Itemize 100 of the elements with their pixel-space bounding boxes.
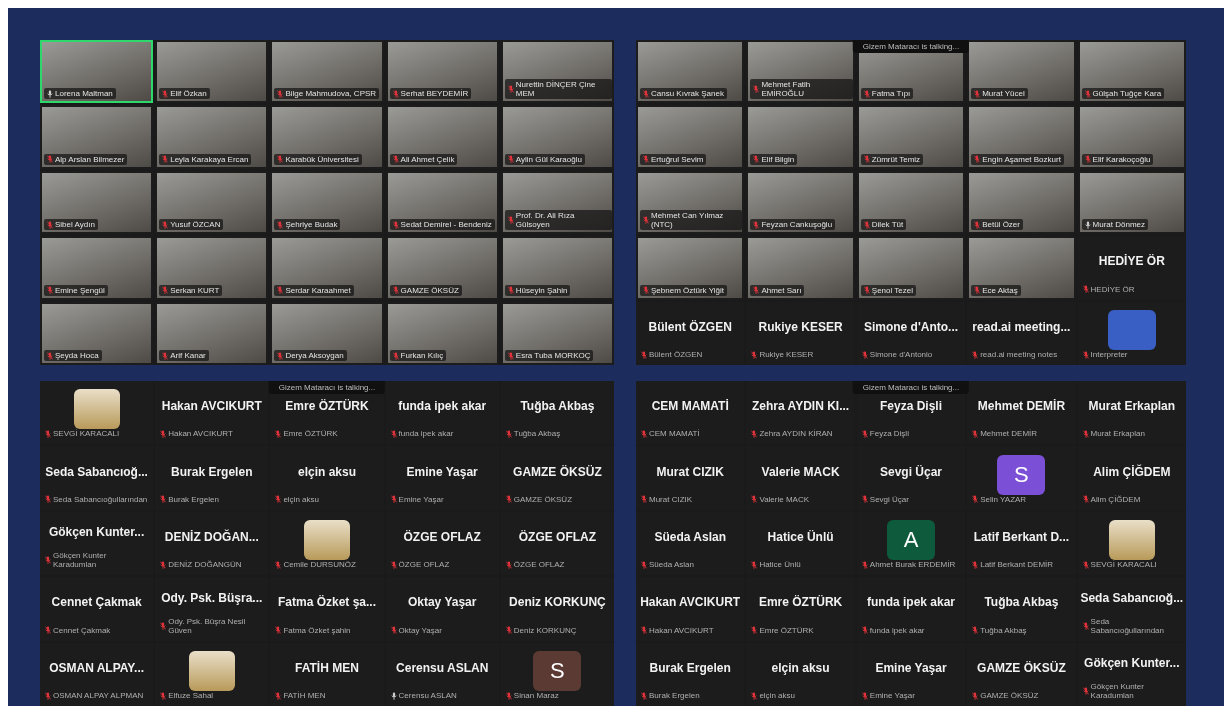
participant-tile[interactable]: Elif Karakoçoğlu <box>1077 105 1186 169</box>
participant-name: Seda Sabancıoğullarından <box>1090 616 1165 635</box>
participant-name: SEVGİ KARACALI <box>1090 560 1157 570</box>
participant-tile[interactable]: Şenol Tezel <box>856 236 966 300</box>
participant-name: Hatice Ünlü <box>759 560 801 570</box>
participant-tile[interactable]: Karabük Üniversitesi <box>270 105 384 169</box>
participant-tile[interactable]: Sibel Aydın <box>40 170 154 235</box>
display-name: DENİZ DOĞAN... <box>164 530 259 544</box>
participant-tile[interactable]: Serdar Karaahmet <box>270 236 384 300</box>
participant-name: Bülent ÖZGEN <box>649 350 703 359</box>
participant-tile[interactable]: Aylin Gül Karaoğlu <box>500 105 614 169</box>
participant-name: Elif Özkan <box>170 89 207 99</box>
participant-tile[interactable]: Alp Arslan Bilmezer <box>40 105 154 169</box>
participant-tile[interactable]: Şeyda Hoca <box>40 301 154 365</box>
participant-tile[interactable]: Ali Ahmet Çelik <box>385 105 499 169</box>
participant-name: Emine Yaşar <box>869 691 915 700</box>
display-name: Emre ÖZTÜRK <box>758 595 843 610</box>
avatar: S <box>997 454 1046 495</box>
participant-name: Cerensu ASLAN <box>398 691 457 700</box>
participant-name: DENİZ DOĞANGÜN <box>168 560 242 570</box>
participant-tile[interactable]: Cansu Kıvrak Şanek <box>636 40 745 104</box>
participant-tile[interactable]: Prof. Dr. Ali Rıza Gülsoyen <box>500 170 614 235</box>
display-name: Tuğba Akbaş <box>984 595 1059 610</box>
participant-name: Sibel Aydın <box>55 220 95 230</box>
participant-tile[interactable]: Ertuğrul Sevim <box>636 105 745 169</box>
participant-name: Zehra AYDIN KİRAN <box>759 429 833 439</box>
display-name: Deniz KORKUNÇ <box>509 595 606 610</box>
participant-tile[interactable]: Serhat BEYDEMİR <box>385 40 499 104</box>
participant-name: Tuğba Akbaş <box>513 429 561 439</box>
display-name: Burak Ergelen <box>649 660 731 675</box>
participant-tile[interactable]: Gülşah Tuğçe Kara <box>1077 40 1186 104</box>
display-name: Mehmet DEMİR <box>977 399 1066 414</box>
participant-tile[interactable]: Derya Aksoygan <box>270 301 384 365</box>
participant-tile[interactable]: Nurettin DİNÇER Çine MEM <box>500 40 614 104</box>
display-name: GAMZE ÖKSÜZ <box>513 464 602 479</box>
participant-name: Dilek Tüt <box>871 220 904 230</box>
display-name: read.ai meeting... <box>972 319 1071 334</box>
participant-tile[interactable]: Mehmet Can Yılmaz (NTC) <box>636 170 745 235</box>
participant-tile[interactable]: Mehmet Fatih EMİROĞLU <box>746 40 855 104</box>
participant-tile[interactable]: Murat Dönmez <box>1077 170 1186 235</box>
participant-name: Latif Berkant DEMİR <box>980 560 1054 570</box>
participant-tile[interactable]: Elif Bilgin <box>746 105 855 169</box>
speaker-toast: Gizem Mataracı is talking... <box>852 40 970 53</box>
participant-name: Seda Sabancıoğullarından <box>53 494 148 504</box>
participant-tile[interactable]: Zümrüt Temiz <box>856 105 966 169</box>
participant-name: Simone d'Antonio <box>869 350 933 359</box>
participant-tile[interactable]: Leyla Karakaya Ercan <box>155 105 269 169</box>
participant-name: Prof. Dr. Ali Rıza Gülsoyen <box>515 211 576 230</box>
participant-name: Rukiye KESER <box>759 350 814 359</box>
participant-name: Burak Ergelen <box>168 494 219 504</box>
participant-name: Gökçen Kunter Karadumlan <box>53 551 108 570</box>
participant-tile[interactable]: Ahmet Sarı <box>746 236 855 300</box>
display-name: Emine Yaşar <box>875 660 947 675</box>
participant-name: Şebnem Öztürk Yiğit <box>651 285 724 295</box>
participant-tile[interactable]: Betül Özer <box>967 170 1076 235</box>
participant-tile[interactable]: GAMZE ÖKSÜZ <box>385 236 499 300</box>
display-name: OSMAN ALPAY... <box>49 660 145 675</box>
participant-tile[interactable]: Serkan KURT <box>155 236 269 300</box>
participant-tile[interactable]: Hüseyin Şahin <box>500 236 614 300</box>
participant-name: Serhat BEYDEMİR <box>400 89 469 99</box>
participant-tile[interactable]: Bilge Mahmudova, CPSR <box>270 40 384 104</box>
profile-picture-placeholder <box>73 389 120 430</box>
participant-tile[interactable]: Dilek Tüt <box>856 170 966 235</box>
participant-name: ÖZGE OFLAZ <box>398 560 450 570</box>
participant-tile[interactable]: Emine Şengül <box>40 236 154 300</box>
participant-name: Aylin Gül Karaoğlu <box>515 154 582 164</box>
participant-name: Feyzan Cankuşoğlu <box>761 220 833 230</box>
participant-tile[interactable]: Esra Tuba MORKOÇ <box>500 301 614 365</box>
participant-name: Tuğba Akbaş <box>980 625 1027 635</box>
participant-name: Ahmet Sarı <box>761 285 802 295</box>
participant-name: Elfuze Sahal <box>168 691 214 700</box>
display-name: Süeda Aslan <box>654 530 726 544</box>
participant-tile[interactable]: Yusuf ÖZCAN <box>155 170 269 235</box>
participant-tile[interactable]: Lorena Maltman <box>40 40 154 104</box>
participant-tile[interactable]: Şehriye Budak <box>270 170 384 235</box>
participant-tile[interactable]: Murat Yücel <box>967 40 1076 104</box>
participant-name: Betül Özer <box>982 220 1020 230</box>
participant-name: Mehmet DEMİR <box>980 429 1038 439</box>
participant-name: HEDİYE ÖR <box>1090 284 1135 294</box>
display-name: Fatma Özket şa... <box>277 595 376 610</box>
display-name: Valerie MACK <box>761 464 840 479</box>
participant-name: ÖZGE OFLAZ <box>513 560 565 570</box>
participant-tile[interactable]: Feyzan Cankuşoğlu <box>746 170 855 235</box>
profile-picture-placeholder <box>1108 520 1155 561</box>
participant-name: Yusuf ÖZCAN <box>170 220 221 230</box>
participant-name: Oktay Yaşar <box>398 625 442 635</box>
participant-name: Murat CIZIK <box>649 494 693 504</box>
speaker-toast: Gizem Mataracı is talking... <box>852 381 970 394</box>
participant-tile[interactable]: Furkan Kılıç <box>385 301 499 365</box>
participant-tile[interactable]: Şebnem Öztürk Yiğit <box>636 236 745 300</box>
participant-tile[interactable]: Engin Aşamet Bozkurt <box>967 105 1076 169</box>
participant-tile[interactable]: Elif Özkan <box>155 40 269 104</box>
participant-tile[interactable]: Sedat Demirel - Bendeniz <box>385 170 499 235</box>
participant-name: GAMZE ÖKSÜZ <box>400 285 459 295</box>
participant-tile[interactable]: Ece Aktaş <box>967 236 1076 300</box>
participant-name: Mehmet Can Yılmaz (NTC) <box>651 211 725 230</box>
participant-name: Fatma Özket şahin <box>283 625 351 635</box>
participant-tile[interactable]: Arif Kanar <box>155 301 269 365</box>
participant-name: funda ipek akar <box>869 625 925 635</box>
participant-name: Arif Kanar <box>170 351 206 360</box>
